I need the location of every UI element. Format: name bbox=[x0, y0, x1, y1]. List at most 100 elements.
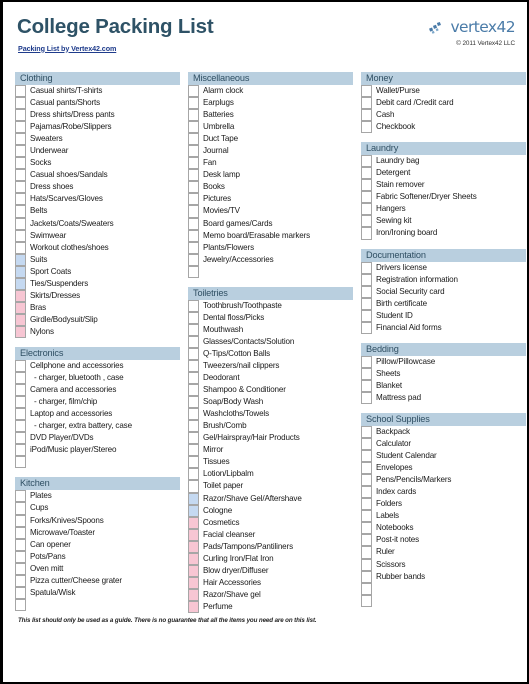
checkbox[interactable] bbox=[15, 538, 26, 551]
checkbox[interactable] bbox=[188, 253, 199, 266]
checkbox[interactable] bbox=[188, 492, 199, 505]
checkbox[interactable] bbox=[361, 203, 372, 216]
checkbox[interactable] bbox=[15, 229, 26, 242]
checkbox[interactable] bbox=[361, 155, 372, 168]
checkbox[interactable] bbox=[361, 510, 372, 523]
checkbox[interactable] bbox=[15, 502, 26, 515]
checkbox[interactable] bbox=[361, 109, 372, 122]
checkbox[interactable] bbox=[188, 588, 199, 601]
checkbox[interactable] bbox=[188, 576, 199, 589]
checkbox[interactable] bbox=[188, 205, 199, 218]
checkbox[interactable] bbox=[361, 570, 372, 583]
checkbox[interactable] bbox=[361, 522, 372, 535]
checkbox[interactable] bbox=[361, 379, 372, 392]
packing-list-source-link[interactable]: Packing List by Vertex42.com bbox=[18, 44, 116, 53]
checkbox[interactable] bbox=[188, 528, 199, 541]
checkbox[interactable] bbox=[188, 299, 199, 312]
checkbox[interactable] bbox=[15, 586, 26, 599]
checkbox[interactable] bbox=[361, 167, 372, 180]
checkbox[interactable] bbox=[188, 241, 199, 254]
checkbox[interactable] bbox=[361, 391, 372, 404]
checkbox[interactable] bbox=[361, 191, 372, 204]
checkbox[interactable] bbox=[361, 261, 372, 274]
checkbox[interactable] bbox=[15, 598, 26, 611]
checkbox[interactable] bbox=[361, 534, 372, 547]
checkbox[interactable] bbox=[15, 265, 26, 278]
checkbox[interactable] bbox=[188, 229, 199, 242]
checkbox[interactable] bbox=[361, 498, 372, 511]
checkbox[interactable] bbox=[188, 169, 199, 182]
checkbox[interactable] bbox=[15, 420, 26, 433]
checkbox[interactable] bbox=[188, 323, 199, 336]
checkbox[interactable] bbox=[361, 486, 372, 499]
checkbox[interactable] bbox=[188, 396, 199, 409]
checkbox[interactable] bbox=[188, 347, 199, 360]
checkbox[interactable] bbox=[188, 193, 199, 206]
checkbox[interactable] bbox=[361, 121, 372, 134]
checkbox[interactable] bbox=[188, 504, 199, 517]
checkbox[interactable] bbox=[188, 359, 199, 373]
checkbox[interactable] bbox=[188, 408, 199, 421]
checkbox[interactable] bbox=[361, 321, 372, 334]
checkbox[interactable] bbox=[15, 277, 26, 290]
checkbox[interactable] bbox=[361, 582, 372, 595]
checkbox[interactable] bbox=[15, 301, 26, 314]
checkbox[interactable] bbox=[188, 109, 199, 122]
checkbox[interactable] bbox=[15, 97, 26, 110]
checkbox[interactable] bbox=[188, 516, 199, 529]
checkbox[interactable] bbox=[15, 205, 26, 218]
checkbox[interactable] bbox=[361, 425, 372, 439]
checkbox[interactable] bbox=[15, 241, 26, 254]
checkbox[interactable] bbox=[15, 313, 26, 326]
checkbox[interactable] bbox=[188, 564, 199, 577]
checkbox[interactable] bbox=[15, 253, 26, 266]
checkbox[interactable] bbox=[15, 562, 26, 575]
checkbox[interactable] bbox=[188, 133, 199, 146]
checkbox[interactable] bbox=[15, 121, 26, 134]
checkbox[interactable] bbox=[15, 384, 26, 397]
checkbox[interactable] bbox=[15, 181, 26, 194]
checkbox[interactable] bbox=[188, 311, 199, 324]
checkbox[interactable] bbox=[188, 480, 199, 493]
checkbox[interactable] bbox=[15, 408, 26, 421]
checkbox[interactable] bbox=[361, 546, 372, 559]
brand-logo[interactable]: vertex42 bbox=[429, 19, 516, 36]
checkbox[interactable] bbox=[188, 85, 199, 98]
checkbox[interactable] bbox=[188, 97, 199, 110]
checkbox[interactable] bbox=[188, 372, 199, 385]
checkbox[interactable] bbox=[15, 133, 26, 146]
checkbox[interactable] bbox=[361, 227, 372, 240]
checkbox[interactable] bbox=[188, 552, 199, 565]
checkbox[interactable] bbox=[188, 145, 199, 158]
checkbox[interactable] bbox=[188, 432, 199, 445]
checkbox[interactable] bbox=[361, 558, 372, 571]
checkbox[interactable] bbox=[15, 145, 26, 158]
checkbox[interactable] bbox=[188, 217, 199, 230]
checkbox[interactable] bbox=[361, 355, 372, 368]
checkbox[interactable] bbox=[188, 540, 199, 553]
checkbox[interactable] bbox=[15, 396, 26, 409]
checkbox[interactable] bbox=[188, 181, 199, 194]
checkbox[interactable] bbox=[361, 273, 372, 286]
checkbox[interactable] bbox=[188, 456, 199, 469]
checkbox[interactable] bbox=[188, 600, 199, 613]
checkbox[interactable] bbox=[15, 289, 26, 302]
checkbox[interactable] bbox=[361, 297, 372, 310]
checkbox[interactable] bbox=[15, 217, 26, 230]
checkbox[interactable] bbox=[188, 121, 199, 134]
checkbox[interactable] bbox=[361, 285, 372, 298]
checkbox[interactable] bbox=[188, 420, 199, 433]
checkbox[interactable] bbox=[15, 157, 26, 170]
checkbox[interactable] bbox=[15, 574, 26, 587]
checkbox[interactable] bbox=[15, 85, 26, 98]
checkbox[interactable] bbox=[15, 359, 26, 373]
checkbox[interactable] bbox=[15, 372, 26, 385]
checkbox[interactable] bbox=[361, 97, 372, 110]
checkbox[interactable] bbox=[361, 474, 372, 487]
checkbox[interactable] bbox=[15, 109, 26, 122]
checkbox[interactable] bbox=[15, 432, 26, 445]
checkbox[interactable] bbox=[188, 384, 199, 397]
checkbox[interactable] bbox=[361, 215, 372, 228]
checkbox[interactable] bbox=[361, 367, 372, 380]
checkbox[interactable] bbox=[361, 309, 372, 322]
